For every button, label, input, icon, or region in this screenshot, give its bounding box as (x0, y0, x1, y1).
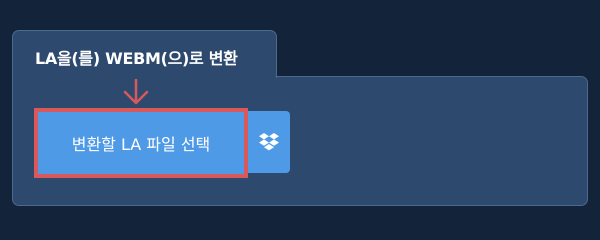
upload-controls: 변환할 LA 파일 선택 (34, 108, 290, 178)
tab-seam (13, 74, 276, 78)
arrow-down-icon (123, 79, 149, 105)
dropbox-button[interactable] (248, 111, 290, 173)
choose-file-button[interactable]: 변환할 LA 파일 선택 (34, 108, 248, 178)
choose-file-label: 변환할 LA 파일 선택 (71, 135, 211, 154)
converter-title: LA을(를) WEBM(으)로 변환 (35, 49, 238, 68)
converter-tab: LA을(를) WEBM(으)로 변환 (12, 30, 277, 78)
dropbox-icon (259, 133, 279, 151)
